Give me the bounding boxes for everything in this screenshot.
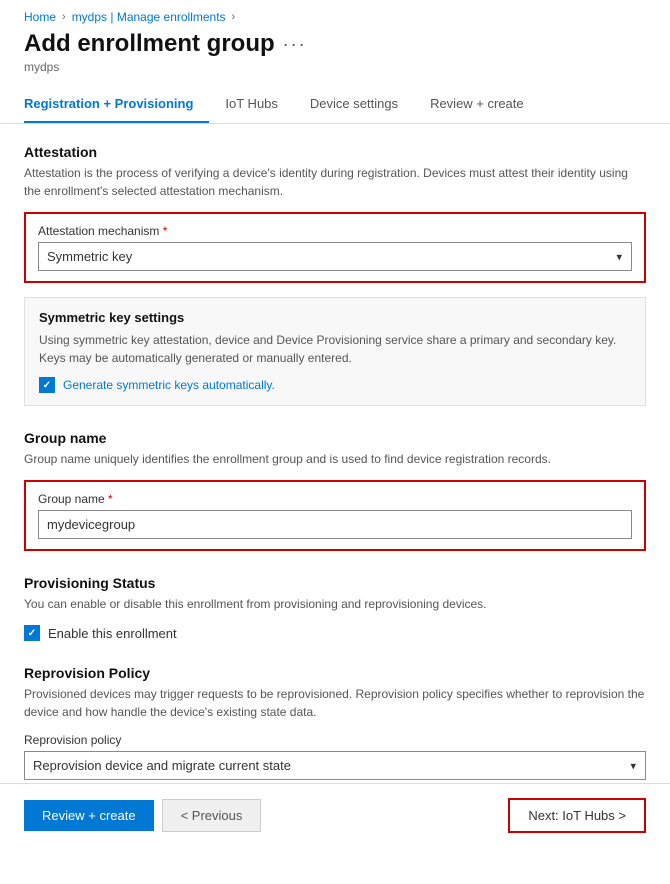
symmetric-key-title: Symmetric key settings	[39, 310, 631, 325]
reprovision-desc: Provisioned devices may trigger requests…	[24, 685, 646, 721]
group-name-group: Group name *	[24, 480, 646, 551]
symmetric-key-settings-box: Symmetric key settings Using symmetric k…	[24, 297, 646, 406]
breadcrumb-mydps[interactable]: mydps | Manage enrollments	[72, 10, 226, 24]
reprovision-policy-label: Reprovision policy	[24, 733, 646, 747]
group-name-label: Group name *	[38, 492, 632, 506]
symmetric-key-desc: Using symmetric key attestation, device …	[39, 331, 631, 367]
group-name-desc: Group name uniquely identifies the enrol…	[24, 450, 646, 468]
enable-enrollment-row: Enable this enrollment	[24, 625, 646, 641]
attestation-title: Attestation	[24, 144, 646, 160]
attestation-mechanism-group: Attestation mechanism * Symmetric key X.…	[24, 212, 646, 283]
provisioning-status-desc: You can enable or disable this enrollmen…	[24, 595, 646, 613]
tab-iothubs[interactable]: IoT Hubs	[209, 86, 294, 123]
provisioning-status-title: Provisioning Status	[24, 575, 646, 591]
generate-keys-label: Generate symmetric keys automatically.	[63, 378, 275, 392]
breadcrumb-home[interactable]: Home	[24, 10, 56, 24]
attestation-mechanism-label: Attestation mechanism *	[38, 224, 632, 238]
reprovision-policy-select[interactable]: Reprovision device and migrate current s…	[24, 751, 646, 780]
next-iothubs-button[interactable]: Next: IoT Hubs >	[508, 798, 646, 833]
previous-button[interactable]: < Previous	[162, 799, 262, 832]
tab-registration[interactable]: Registration + Provisioning	[24, 86, 209, 123]
tab-device-settings[interactable]: Device settings	[294, 86, 414, 123]
more-options-icon[interactable]: ···	[283, 34, 307, 55]
generate-keys-row: Generate symmetric keys automatically.	[39, 377, 631, 393]
page-title: Add enrollment group	[24, 30, 275, 58]
reprovision-title: Reprovision Policy	[24, 665, 646, 681]
provisioning-status-section: Provisioning Status You can enable or di…	[24, 575, 646, 641]
generate-keys-checkbox[interactable]	[39, 377, 55, 393]
breadcrumb: Home › mydps | Manage enrollments ›	[0, 0, 670, 30]
breadcrumb-sep-1: ›	[62, 11, 66, 23]
attestation-mechanism-select-wrapper: Symmetric key X.509 certificates TPM ▾	[38, 242, 632, 271]
reprovision-section: Reprovision Policy Provisioned devices m…	[24, 665, 646, 780]
reprovision-select-wrapper: Reprovision device and migrate current s…	[24, 751, 646, 780]
tab-review-create[interactable]: Review + create	[414, 86, 540, 123]
group-name-title: Group name	[24, 430, 646, 446]
group-name-input[interactable]	[38, 510, 632, 539]
review-create-button[interactable]: Review + create	[24, 800, 154, 831]
required-star-attestation: *	[159, 224, 167, 238]
breadcrumb-sep-2: ›	[232, 11, 236, 23]
enable-enrollment-label: Enable this enrollment	[48, 626, 177, 641]
page-header: Add enrollment group ··· mydps	[0, 30, 670, 86]
bottom-nav: Review + create < Previous Next: IoT Hub…	[0, 783, 670, 847]
enable-enrollment-checkbox[interactable]	[24, 625, 40, 641]
attestation-desc: Attestation is the process of verifying …	[24, 164, 646, 200]
page-subtitle: mydps	[24, 60, 646, 74]
required-star-group: *	[105, 492, 113, 506]
tab-bar: Registration + Provisioning IoT Hubs Dev…	[0, 86, 670, 124]
attestation-mechanism-select[interactable]: Symmetric key X.509 certificates TPM	[38, 242, 632, 271]
main-content: Attestation Attestation is the process o…	[0, 124, 670, 884]
attestation-section: Attestation Attestation is the process o…	[24, 144, 646, 406]
group-name-section: Group name Group name uniquely identifie…	[24, 430, 646, 551]
